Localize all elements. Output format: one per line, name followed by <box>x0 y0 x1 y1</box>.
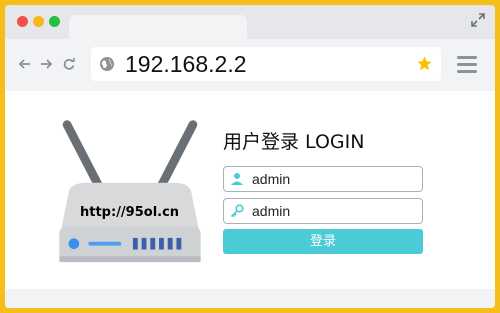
expand-icon[interactable] <box>471 13 485 27</box>
close-dot[interactable] <box>17 16 28 27</box>
login-button[interactable]: 登录 <box>223 229 423 254</box>
maximize-dot[interactable] <box>49 16 60 27</box>
back-arrow-icon[interactable] <box>18 57 32 73</box>
username-value[interactable]: admin <box>252 171 290 187</box>
url-text[interactable]: 192.168.2.2 <box>125 51 247 77</box>
router-icon <box>59 120 201 263</box>
globe-icon <box>100 57 114 71</box>
forward-arrow-icon[interactable] <box>39 57 53 73</box>
key-icon <box>230 204 244 218</box>
star-icon[interactable] <box>416 55 433 72</box>
menu-icon[interactable] <box>457 56 477 73</box>
title-bar <box>5 5 495 39</box>
username-field[interactable]: admin <box>223 166 423 192</box>
browser-tab[interactable] <box>69 15 247 39</box>
toolbar: 192.168.2.2 <box>5 39 495 91</box>
address-bar[interactable]: 192.168.2.2 <box>91 47 441 81</box>
login-title: 用户登录 LOGIN <box>223 131 365 153</box>
password-value[interactable]: admin <box>252 203 290 219</box>
reload-icon[interactable] <box>62 57 76 73</box>
minimize-dot[interactable] <box>33 16 44 27</box>
password-field[interactable]: admin <box>223 198 423 224</box>
router-label: http://95ol.cn <box>80 205 180 220</box>
user-icon <box>231 173 243 185</box>
footer-bar <box>5 289 495 308</box>
